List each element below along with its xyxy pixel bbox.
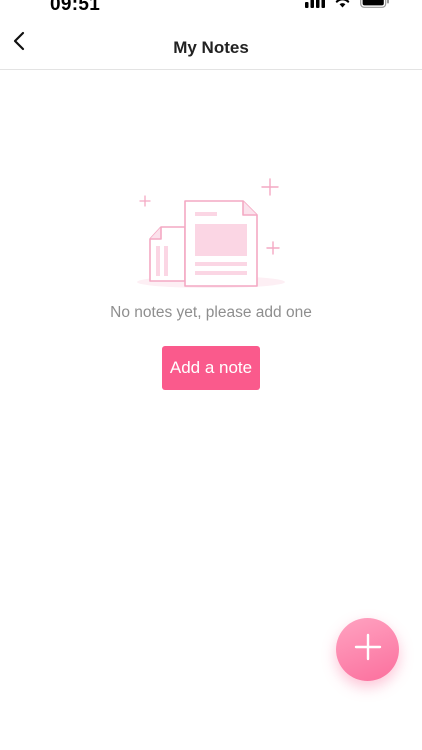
battery-icon [360,0,390,13]
add-note-fab[interactable] [336,618,399,681]
cellular-signal-icon [305,0,325,13]
empty-state-message: No notes yet, please add one [110,304,312,321]
status-icons [305,0,390,13]
status-time: 09:51 [50,0,101,15]
page-title: My Notes [173,38,249,57]
status-bar: 09:51 [0,0,422,22]
add-note-button[interactable]: Add a note [162,346,260,390]
plus-icon [354,633,382,666]
wifi-icon [333,0,352,13]
notes-screen: 09:51 My Notes No notes yet, please add … [0,0,422,750]
app-header: My Notes [0,22,422,70]
documents-illustration-icon [133,170,293,295]
